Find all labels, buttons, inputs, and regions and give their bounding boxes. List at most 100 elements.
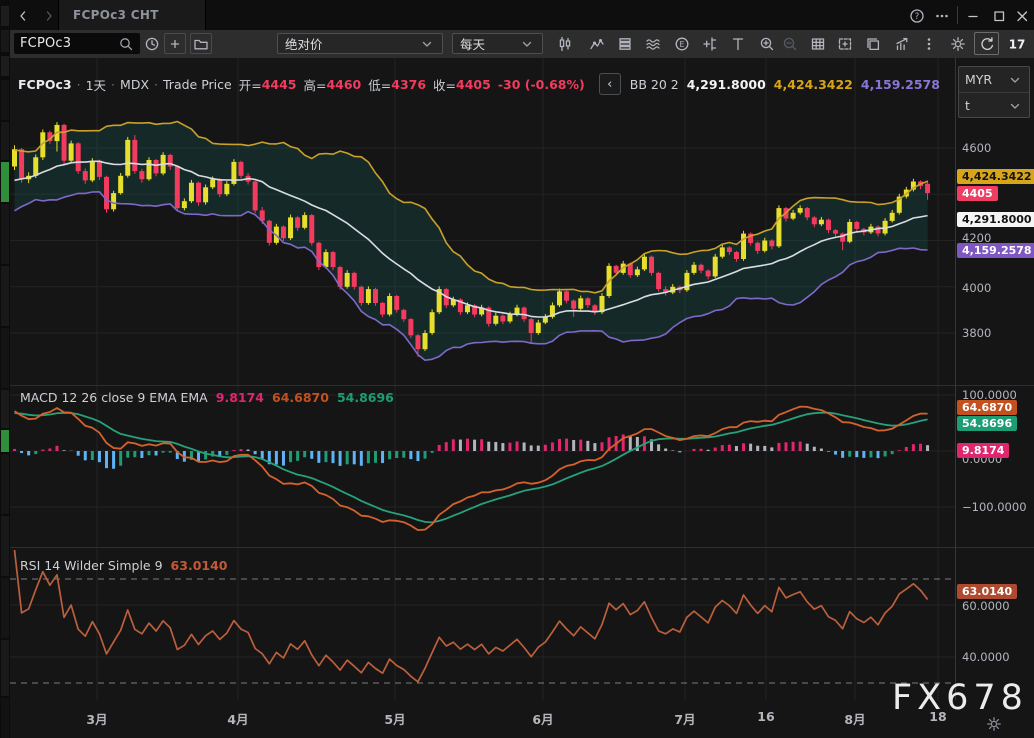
legend-value: 4,159.2578 xyxy=(861,77,940,92)
macd-legend-title[interactable]: MACD 12 26 close 9 EMA EMA xyxy=(20,390,208,405)
chart-tab[interactable]: FCPOc3 CHT xyxy=(58,0,206,30)
strip-block xyxy=(1,122,9,160)
e-circle-icon[interactable]: E xyxy=(672,34,692,54)
price-tick-label: 60.0000 xyxy=(962,599,1010,613)
currency-label: MYR xyxy=(965,72,992,87)
legend-exchange[interactable]: MDX xyxy=(120,77,149,92)
help-icon[interactable]: ? xyxy=(908,7,926,25)
legend-symbol[interactable]: FCPOc3 xyxy=(18,77,72,92)
strip-block xyxy=(1,640,9,696)
legend-interval[interactable]: 1天 xyxy=(86,75,106,94)
price-badge: 4405 xyxy=(957,186,998,201)
price-mode-label: 绝对价 xyxy=(285,34,323,53)
svg-text:E: E xyxy=(679,40,684,49)
strip-block xyxy=(1,266,9,326)
currency-selector[interactable]: MYR xyxy=(959,67,1029,92)
legend-separator: · xyxy=(111,77,115,92)
time-tick-label: 5月 xyxy=(367,709,423,728)
strip-block xyxy=(1,30,9,52)
open-label: 开= xyxy=(239,75,262,94)
high-label: 高= xyxy=(303,75,326,94)
chevron-down-icon xyxy=(519,36,535,52)
timezone-settings-gear-icon[interactable] xyxy=(986,716,1002,732)
snapshot-icon[interactable] xyxy=(835,34,855,54)
interval-dropdown[interactable]: 每天 xyxy=(452,33,543,54)
trading-terminal-window: FCPOc3 CHT ? FCPOc3 绝对价 每天 E 17 xyxy=(0,0,1034,738)
strip-block xyxy=(1,516,9,576)
symbol-text: FCPOc3 xyxy=(20,36,71,51)
more-menu-icon[interactable] xyxy=(933,7,951,25)
grid-icon[interactable] xyxy=(808,34,828,54)
intraday-clock-icon[interactable] xyxy=(142,34,162,54)
price-tick-label: 4000 xyxy=(962,281,991,295)
legend-separator: · xyxy=(154,77,158,92)
add-symbol-icon[interactable] xyxy=(164,33,186,54)
strip-block xyxy=(1,80,9,120)
chevron-down-icon xyxy=(1007,72,1023,88)
more-dots-icon[interactable] xyxy=(919,34,939,54)
nav-back-icon[interactable] xyxy=(14,7,32,25)
zoom-out-icon[interactable] xyxy=(780,34,800,54)
strip-block xyxy=(1,698,9,738)
price-badge: 9.8174 xyxy=(957,443,1009,458)
background-app-strip xyxy=(0,0,10,738)
scale-unit-selector[interactable]: MYR t xyxy=(958,66,1030,118)
time-tick-label: 6月 xyxy=(515,709,571,728)
strip-block xyxy=(1,454,9,514)
bb-legend-title[interactable]: BB 20 2 xyxy=(630,77,679,92)
copy-icon[interactable] xyxy=(863,34,883,54)
strip-block xyxy=(1,328,9,388)
legend-value: 64.6870 xyxy=(272,390,329,405)
macd-pane[interactable] xyxy=(10,385,955,547)
candles-icon[interactable] xyxy=(555,34,575,54)
legend-separator: · xyxy=(77,77,81,92)
layers-icon[interactable] xyxy=(615,34,635,54)
legend-series-type[interactable]: Trade Price xyxy=(163,77,232,92)
bb-legend-values: 4,291.80004,424.34224,159.2578 xyxy=(679,77,940,92)
legend-value: 63.0140 xyxy=(171,558,228,573)
time-axis[interactable]: 3月4月5月6月7月168月18 xyxy=(10,700,1034,738)
main-legend: FCPOc3 · 1天 · MDX · Trade Price 开=4445 高… xyxy=(18,73,940,95)
strip-block xyxy=(1,162,9,202)
time-tick-label: 7月 xyxy=(657,709,713,728)
price-badge: 4,159.2578 xyxy=(957,243,1034,258)
pane-separator[interactable] xyxy=(10,385,1034,386)
price-badge: 4,424.3422 xyxy=(957,169,1034,184)
chart-tab-label: FCPOc3 CHT xyxy=(73,8,159,22)
rsi-legend: RSI 14 Wilder Simple 9 63.0140 xyxy=(20,558,227,573)
strip-block xyxy=(1,204,9,264)
unit-selector[interactable]: t xyxy=(959,92,1029,118)
low-value: 4376 xyxy=(391,77,426,92)
price-badge: 4,291.8000 xyxy=(957,212,1034,227)
nav-forward-icon[interactable] xyxy=(40,7,58,25)
time-tick-label: 3月 xyxy=(69,709,125,728)
scale-icon[interactable] xyxy=(700,34,720,54)
text-icon[interactable] xyxy=(728,34,748,54)
toolbar: FCPOc3 绝对价 每天 E 17 xyxy=(0,30,1034,59)
interval-label: 每天 xyxy=(460,34,485,53)
price-pane[interactable] xyxy=(10,58,955,385)
price-mode-dropdown[interactable]: 绝对价 xyxy=(277,33,443,54)
folder-icon[interactable] xyxy=(190,33,212,54)
macd-legend-values: 9.817464.687054.8696 xyxy=(208,390,394,405)
legend-value: 9.8174 xyxy=(216,390,264,405)
chart-style-icon[interactable] xyxy=(587,34,607,54)
title-bar: FCPOc3 CHT ? xyxy=(0,0,1034,30)
price-tick-label: 4600 xyxy=(962,141,991,155)
pane-separator[interactable] xyxy=(10,547,1034,548)
macd-legend: MACD 12 26 close 9 EMA EMA 9.8174 64.6870… xyxy=(20,390,394,405)
rsi-legend-values: 63.0140 xyxy=(163,558,228,573)
bar-chart-icon[interactable] xyxy=(892,34,912,54)
svg-text:?: ? xyxy=(915,12,920,22)
price-axis[interactable]: MYR t 46004,424.342244054,291.800042004,… xyxy=(956,0,1034,738)
collapse-legend-button[interactable]: ‹ xyxy=(599,73,621,95)
chart-area[interactable]: FCPOc3 · 1天 · MDX · Trade Price 开=4445 高… xyxy=(0,58,1034,738)
unit-label: t xyxy=(965,98,970,113)
zoom-in-icon[interactable] xyxy=(757,34,777,54)
time-tick-label: 16 xyxy=(738,709,794,724)
waves-icon[interactable] xyxy=(643,34,663,54)
time-tick-label: 8月 xyxy=(827,709,883,728)
symbol-search-input[interactable]: FCPOc3 xyxy=(14,33,140,54)
rsi-legend-title[interactable]: RSI 14 Wilder Simple 9 xyxy=(20,558,163,573)
strip-block xyxy=(1,56,9,76)
